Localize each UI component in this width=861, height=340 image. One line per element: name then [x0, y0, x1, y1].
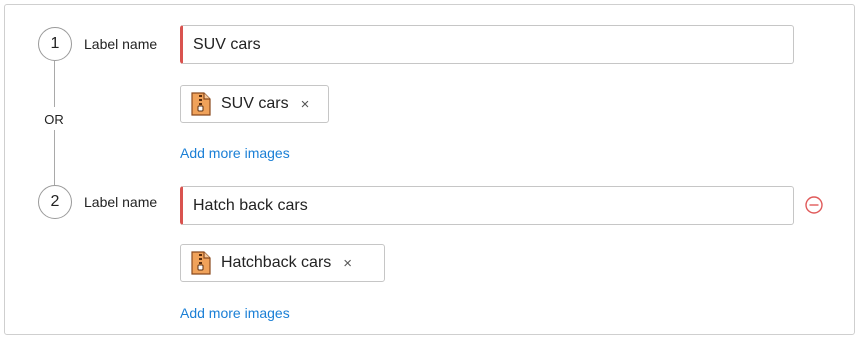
zip-file-icon: [191, 92, 211, 116]
close-icon[interactable]: ×: [301, 96, 310, 113]
minus-circle-icon[interactable]: [804, 195, 824, 215]
image-chip-label-1: SUV cars: [221, 95, 289, 112]
label-name-2: Label name: [84, 194, 158, 210]
or-connector-label: OR: [44, 112, 64, 127]
image-chip-1[interactable]: SUV cars ×: [180, 85, 329, 123]
label-input-2[interactable]: [180, 186, 794, 225]
label-name-1: Label name: [84, 36, 158, 52]
step-number-1: 1: [38, 27, 72, 61]
close-icon[interactable]: ×: [343, 255, 352, 272]
zip-file-icon: [191, 251, 211, 275]
label-input-1[interactable]: [180, 25, 794, 64]
connector-line-top: [54, 61, 55, 107]
add-more-images-link-1[interactable]: Add more images: [180, 145, 290, 161]
image-chip-label-2: Hatchback cars: [221, 254, 332, 271]
add-more-images-link-2[interactable]: Add more images: [180, 305, 290, 321]
image-chip-2[interactable]: Hatchback cars ×: [180, 244, 385, 282]
connector-line-bottom: [54, 130, 55, 185]
step-number-2: 2: [38, 185, 72, 219]
